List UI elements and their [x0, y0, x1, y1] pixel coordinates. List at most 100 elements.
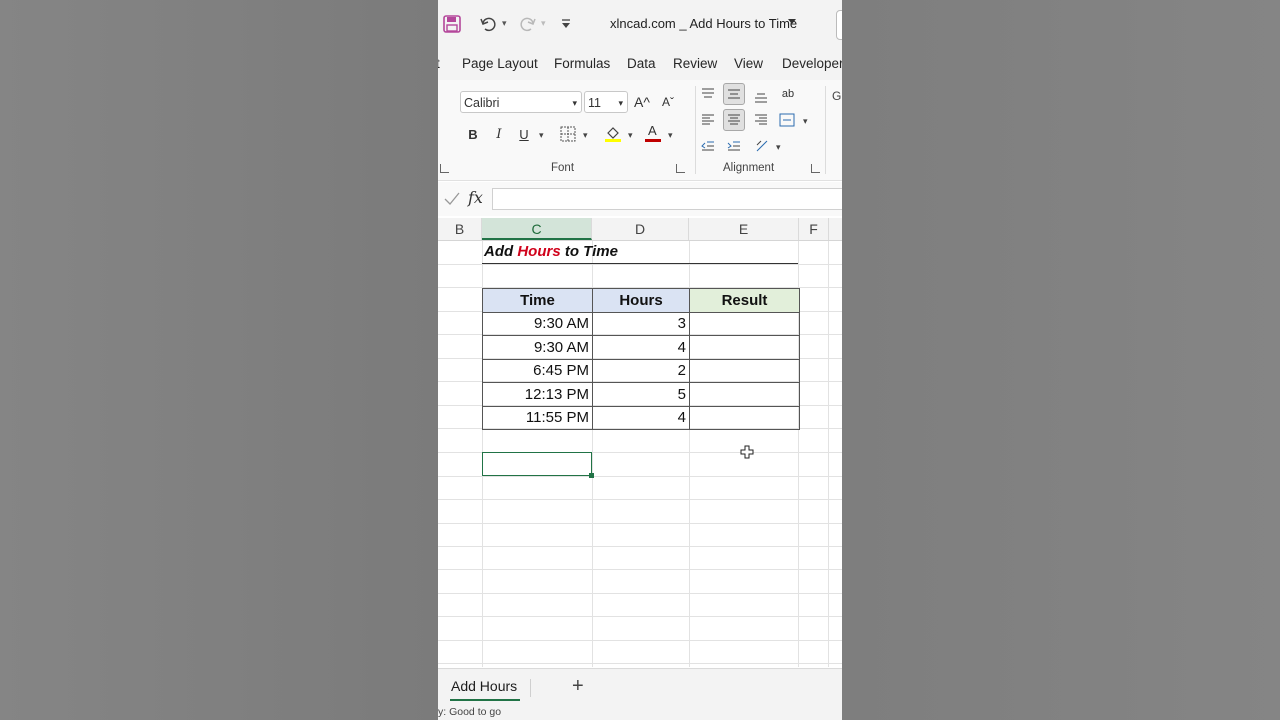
number-format-clipped[interactable]: G	[832, 89, 841, 103]
font-name-select[interactable]: Calibri ▾	[460, 91, 582, 113]
hours-cell[interactable]: 2	[592, 358, 690, 383]
status-bar: y: Good to go	[438, 704, 842, 720]
result-cell[interactable]	[689, 335, 800, 360]
fill-handle[interactable]	[589, 473, 594, 478]
sheet-title[interactable]: Add Hours to Time	[484, 243, 618, 260]
underline-button[interactable]: U	[513, 123, 535, 145]
align-bottom-icon	[755, 93, 767, 103]
tab-insert[interactable]: t	[438, 56, 440, 71]
fill-color-dropdown-icon[interactable]: ▾	[628, 130, 633, 141]
align-center-button[interactable]	[723, 109, 745, 131]
column-header-b[interactable]: B	[438, 218, 482, 240]
orientation-button[interactable]	[752, 135, 774, 157]
ribbon-tabs: t Page Layout Formulas Data Review View …	[438, 48, 842, 80]
time-cell[interactable]: 12:13 PM	[482, 382, 593, 407]
middle-align-button[interactable]	[723, 83, 745, 105]
column-header-c[interactable]: C	[482, 218, 592, 240]
alignment-dialog-launcher-icon[interactable]	[811, 164, 820, 173]
hours-cell[interactable]: 3	[592, 311, 690, 336]
sheet-tab-add-hours[interactable]: Add Hours	[451, 678, 517, 694]
wrap-text-orientation-button[interactable]: ab	[777, 83, 799, 105]
title-underline	[482, 263, 798, 264]
insert-function-icon[interactable]: fx	[468, 188, 483, 207]
chevron-down-icon: ▾	[618, 98, 623, 108]
decrease-indent-icon	[701, 141, 714, 151]
undo-icon[interactable]	[478, 14, 498, 34]
font-dialog-launcher-icon[interactable]	[676, 164, 685, 173]
result-cell[interactable]	[689, 405, 800, 430]
align-left-icon	[702, 114, 714, 125]
header-time[interactable]: Time	[482, 288, 593, 313]
italic-button[interactable]: I	[488, 123, 510, 145]
time-cell[interactable]: 9:30 AM	[482, 311, 593, 336]
grow-font-icon: A^	[634, 94, 650, 110]
sheet-separator	[530, 679, 531, 697]
fill-color-button[interactable]	[602, 123, 624, 145]
add-sheet-button[interactable]: +	[572, 675, 584, 698]
underline-icon: U	[519, 126, 529, 142]
title-suffix: to Time	[564, 243, 618, 260]
tab-data[interactable]: Data	[627, 56, 656, 71]
shrink-font-button[interactable]: Aˇ	[657, 91, 679, 113]
column-header-f[interactable]: F	[799, 218, 829, 240]
increase-indent-button[interactable]	[723, 135, 745, 157]
active-cell[interactable]	[482, 452, 592, 476]
grow-font-button[interactable]: A^	[631, 91, 653, 113]
tab-formulas[interactable]: Formulas	[554, 56, 610, 71]
redo-icon[interactable]	[518, 14, 538, 34]
orientation-dropdown-icon[interactable]: ▾	[776, 142, 781, 153]
tab-view[interactable]: View	[734, 56, 763, 71]
borders-dropdown-icon[interactable]: ▾	[583, 130, 588, 141]
undo-dropdown-icon[interactable]: ▾	[502, 18, 507, 29]
group-separator	[695, 86, 696, 174]
formula-input[interactable]	[492, 188, 842, 210]
result-cell[interactable]	[689, 382, 800, 407]
ribbon: Calibri ▾ 11 ▾ A^ Aˇ B I U ▾ ▾ ▾ A ▾ Fon…	[438, 80, 842, 181]
align-left-button[interactable]	[697, 109, 719, 131]
title-dropdown-icon[interactable]	[788, 19, 796, 24]
time-cell[interactable]: 11:55 PM	[482, 405, 593, 430]
font-size-select[interactable]: 11 ▾	[584, 91, 628, 113]
title-highlight: Hours	[517, 243, 561, 260]
hours-cell[interactable]: 4	[592, 335, 690, 360]
hours-cell[interactable]: 4	[592, 405, 690, 430]
header-result[interactable]: Result	[689, 288, 800, 313]
column-header-e[interactable]: E	[689, 218, 799, 240]
document-title[interactable]: xlncad.com _ Add Hours to Time	[610, 16, 797, 31]
hours-cell[interactable]: 5	[592, 382, 690, 407]
time-cell[interactable]: 9:30 AM	[482, 335, 593, 360]
worksheet-grid[interactable]: Add Hours to Time Time Hours Result 9:30…	[438, 241, 842, 667]
orientation-icon	[756, 140, 768, 152]
clipboard-dialog-launcher-icon[interactable]	[440, 164, 449, 173]
font-color-button[interactable]: A	[642, 123, 664, 145]
header-hours[interactable]: Hours	[592, 288, 690, 313]
tab-review[interactable]: Review	[673, 56, 717, 71]
customize-qat-icon[interactable]	[556, 14, 576, 34]
font-name-value: Calibri	[464, 96, 500, 110]
result-cell[interactable]	[689, 358, 800, 383]
bottom-align-button[interactable]	[750, 86, 772, 108]
align-right-button[interactable]	[750, 109, 772, 131]
check-icon[interactable]	[444, 192, 460, 206]
table-row: 12:13 PM 5	[482, 382, 800, 407]
borders-button[interactable]	[557, 123, 579, 145]
tab-page-layout[interactable]: Page Layout	[462, 56, 538, 71]
table-row: 9:30 AM 3	[482, 311, 800, 336]
time-cell[interactable]: 6:45 PM	[482, 358, 593, 383]
merge-icon	[779, 113, 795, 127]
column-header-g[interactable]	[829, 218, 842, 240]
font-color-dropdown-icon[interactable]: ▾	[668, 130, 673, 141]
merge-center-button[interactable]	[776, 109, 798, 131]
bold-button[interactable]: B	[462, 123, 484, 145]
merge-dropdown-icon[interactable]: ▾	[803, 116, 808, 127]
save-icon[interactable]	[442, 14, 462, 34]
top-align-button[interactable]	[697, 83, 719, 105]
column-header-d[interactable]: D	[592, 218, 689, 240]
align-right-icon	[755, 114, 767, 125]
font-group-label: Font	[551, 162, 575, 174]
tab-developer[interactable]: Developer	[782, 56, 842, 71]
decrease-indent-button[interactable]	[697, 135, 719, 157]
result-cell[interactable]	[689, 311, 800, 336]
search-box[interactable]	[836, 10, 842, 40]
underline-dropdown-icon[interactable]: ▾	[539, 130, 544, 141]
